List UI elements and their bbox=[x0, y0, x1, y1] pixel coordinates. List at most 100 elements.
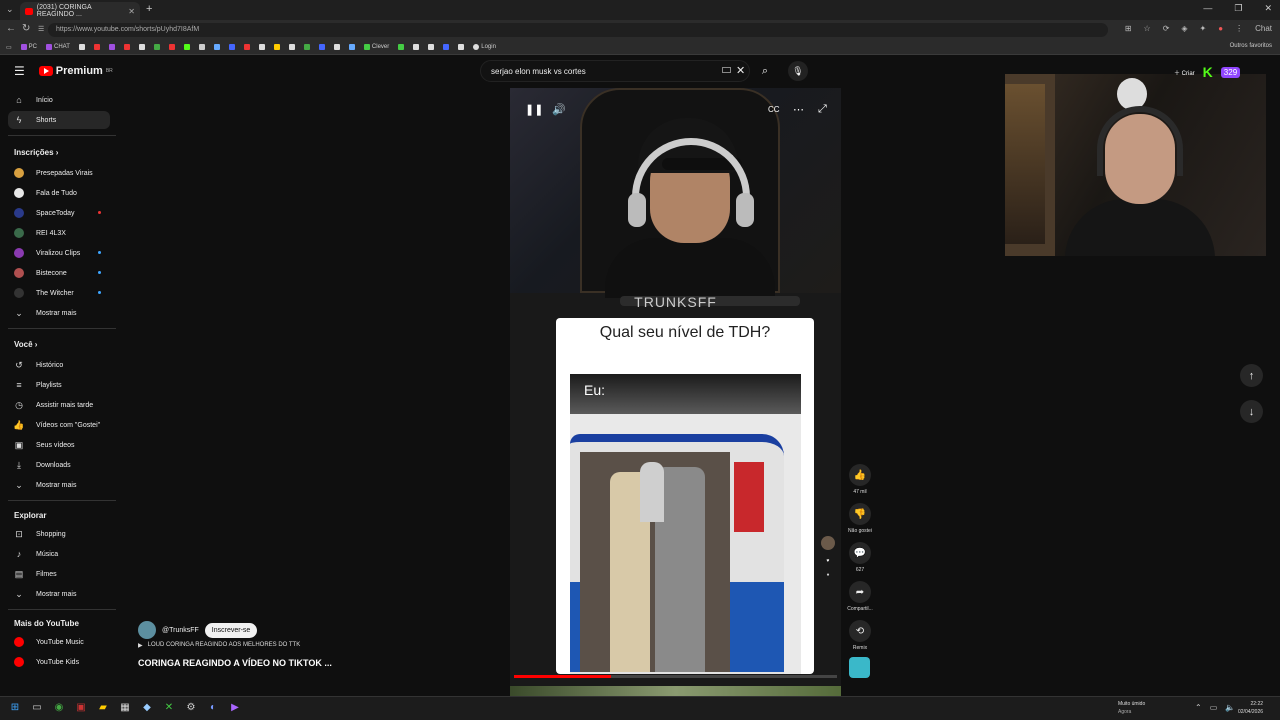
bookmark-login[interactable]: Login bbox=[473, 44, 496, 50]
browser-tab[interactable]: (2031) CORINGA REAGINDO ... ✕ bbox=[20, 2, 140, 20]
bookmark-icon[interactable] bbox=[458, 44, 465, 50]
bookmark-clever[interactable]: Clever bbox=[363, 44, 389, 50]
hamburger-menu-icon[interactable]: ☰ bbox=[14, 64, 25, 78]
subscribe-button[interactable]: Inscrever-se bbox=[204, 622, 258, 638]
folder-icon[interactable]: ▰ bbox=[96, 700, 110, 714]
clear-search-icon[interactable]: ✕ bbox=[736, 64, 745, 77]
steam-icon[interactable]: ◆ bbox=[140, 700, 154, 714]
store-icon[interactable]: ▦ bbox=[118, 700, 132, 714]
you-heading[interactable]: Você › bbox=[14, 340, 37, 349]
next-short-preview[interactable] bbox=[510, 686, 841, 696]
chevron-up-icon[interactable]: ⌃ bbox=[1195, 703, 1202, 712]
like-button[interactable]: 👍 47 mil bbox=[846, 464, 874, 495]
bookmark-icon[interactable] bbox=[413, 44, 420, 50]
sidebar-channel[interactable]: Fala de Tudo bbox=[8, 184, 110, 202]
search-input[interactable]: serjao elon musk vs cortes bbox=[480, 60, 750, 82]
sidebar-item-youtube-kids[interactable]: YouTube Kids bbox=[8, 653, 110, 671]
shield-icon[interactable]: ◈ bbox=[1181, 24, 1187, 33]
bookmark-icon[interactable] bbox=[288, 44, 295, 50]
reload-icon[interactable]: ↻ bbox=[22, 23, 30, 34]
chrome-icon[interactable]: ◉ bbox=[52, 700, 66, 714]
next-short-button[interactable]: ↓ bbox=[1240, 400, 1263, 423]
bookmark-icon[interactable] bbox=[183, 44, 190, 50]
discord-icon[interactable]: ◐ bbox=[206, 700, 220, 714]
video-progress-bar[interactable] bbox=[514, 675, 837, 678]
settings-icon[interactable]: ⚙ bbox=[184, 700, 198, 714]
sidebar-item-youtube-music[interactable]: YouTube Music bbox=[8, 633, 110, 651]
bookmark-icon[interactable] bbox=[303, 44, 310, 50]
bookmark-icon[interactable] bbox=[138, 44, 145, 50]
window-close-icon[interactable]: ✕ bbox=[1264, 3, 1272, 14]
bookmark-icon[interactable] bbox=[198, 44, 205, 50]
bookmark-icon[interactable] bbox=[273, 44, 280, 50]
avatar[interactable] bbox=[138, 621, 156, 639]
bookmark-icon[interactable] bbox=[398, 44, 405, 50]
volume-icon[interactable]: 🔊 bbox=[552, 103, 566, 116]
other-bookmarks[interactable]: Outros favoritos bbox=[1230, 43, 1272, 49]
minimize-icon[interactable]: — bbox=[1203, 3, 1212, 14]
keyboard-icon[interactable] bbox=[722, 67, 731, 73]
sidebar-item-playlists[interactable]: ≡ Playlists bbox=[8, 376, 110, 394]
fullscreen-icon[interactable]: ⤢ bbox=[818, 103, 827, 116]
music-row[interactable]: ▶ LOUD CORINGA REAGINDO AOS MELHORES DO … bbox=[138, 642, 300, 649]
share-button[interactable]: ➦ Compartil... bbox=[846, 581, 874, 612]
bookmark-icon[interactable] bbox=[258, 44, 265, 50]
bookmark-pc[interactable]: PC bbox=[20, 44, 37, 50]
pause-icon[interactable]: ❚❚ bbox=[525, 103, 543, 116]
bookmark-icon[interactable] bbox=[93, 44, 100, 50]
profile-icon[interactable]: ● bbox=[1218, 24, 1223, 33]
audio-thumbnail[interactable] bbox=[849, 657, 870, 678]
bookmark-icon[interactable] bbox=[348, 44, 355, 50]
extension-icon[interactable]: ⟳ bbox=[1163, 24, 1170, 33]
puzzle-icon[interactable]: ✦ bbox=[1200, 24, 1207, 33]
sidebar-item-shorts[interactable]: ϟ Shorts bbox=[8, 111, 110, 129]
bookmark-icon[interactable] bbox=[78, 44, 85, 50]
channel-handle[interactable]: @TrunksFF bbox=[162, 627, 199, 634]
tab-list-icon[interactable]: ⌄ bbox=[6, 4, 14, 15]
subscriptions-heading[interactable]: Inscrições › bbox=[14, 148, 58, 157]
more-options-icon[interactable]: ⋯ bbox=[793, 103, 804, 116]
sidebar-channel[interactable]: The Witcher bbox=[8, 284, 110, 302]
site-info-icon[interactable]: ☰ bbox=[38, 25, 44, 33]
install-icon[interactable]: ⊞ bbox=[1125, 24, 1132, 33]
new-tab-icon[interactable]: + bbox=[146, 3, 152, 15]
bookmark-icon[interactable] bbox=[168, 44, 175, 50]
windows-start-icon[interactable]: ⊞ bbox=[8, 700, 22, 714]
remix-button[interactable]: ⟲ Remix bbox=[846, 620, 874, 651]
sidebar-show-more[interactable]: ⌄ Mostrar mais bbox=[8, 476, 110, 494]
bookmark-icon[interactable] bbox=[333, 44, 340, 50]
youtube-logo[interactable]: Premium BR bbox=[38, 65, 113, 77]
captions-icon[interactable]: CC bbox=[768, 105, 780, 114]
xbox-icon[interactable]: ✕ bbox=[162, 700, 176, 714]
create-button[interactable]: ＋ Criar bbox=[1174, 68, 1195, 77]
sidebar-show-more[interactable]: ⌄ Mostrar mais bbox=[8, 585, 110, 603]
sidebar-channel[interactable]: REI 4L3X bbox=[8, 224, 110, 242]
chat-button[interactable]: Chat bbox=[1255, 24, 1272, 33]
task-view-icon[interactable]: ▭ bbox=[30, 700, 44, 714]
sidebar-channel[interactable]: Bistecone bbox=[8, 264, 110, 282]
app-icon[interactable]: ▣ bbox=[74, 700, 88, 714]
taskbar-clock[interactable]: 22:22 02/04/2026 bbox=[1238, 700, 1263, 716]
sidebar-show-more[interactable]: ⌄ Mostrar mais bbox=[8, 304, 110, 322]
bookmark-icon[interactable] bbox=[318, 44, 325, 50]
bookmark-icon[interactable] bbox=[228, 44, 235, 50]
sidebar-item-home[interactable]: ⌂ Início bbox=[8, 91, 110, 109]
bookmark-chat[interactable]: CHAT bbox=[46, 44, 70, 50]
bookmark-icon[interactable] bbox=[108, 44, 115, 50]
network-icon[interactable]: ▭ bbox=[1210, 703, 1218, 712]
previous-short-button[interactable]: ↑ bbox=[1240, 364, 1263, 387]
menu-icon[interactable]: ⋮ bbox=[1235, 24, 1243, 33]
sidebar-item-music[interactable]: ♪ Música bbox=[8, 545, 110, 563]
microphone-icon[interactable]: 🎙 bbox=[788, 61, 808, 81]
sidebar-item-downloads[interactable]: ⤓ Downloads bbox=[8, 456, 110, 474]
sidebar-item-liked[interactable]: 👍 Vídeos com "Gostei" bbox=[8, 416, 110, 434]
bookmark-icon[interactable] bbox=[243, 44, 250, 50]
sidebar-channel[interactable]: SpaceToday bbox=[8, 204, 110, 222]
weather-widget[interactable]: Muito úmido Agora bbox=[1118, 700, 1145, 716]
sidebar-channel[interactable]: Presepadas Virais bbox=[8, 164, 110, 182]
sidebar-item-movies[interactable]: ▤ Filmes bbox=[8, 565, 110, 583]
back-icon[interactable]: ← bbox=[6, 23, 16, 34]
bookmark-icon[interactable] bbox=[123, 44, 130, 50]
sidebar-item-history[interactable]: ↺ Histórico bbox=[8, 356, 110, 374]
search-icon[interactable]: ⌕ bbox=[755, 61, 775, 81]
